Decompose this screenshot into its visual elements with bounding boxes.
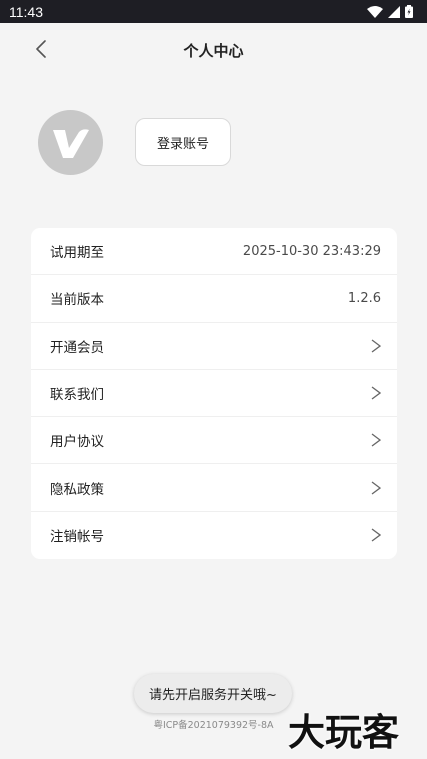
wifi-icon [367,5,383,18]
v-logo-icon [52,128,89,158]
status-icons [367,5,413,18]
delete-account-row[interactable]: 注销帐号 [31,512,397,559]
row-label: 用户协议 [50,434,104,451]
contact-us-row[interactable]: 联系我们 [31,370,397,418]
avatar[interactable] [38,110,103,175]
chevron-right-icon [371,339,381,353]
watermark: 大玩客 [288,710,399,754]
version-value: 1.2.6 [347,290,381,306]
status-bar: 11:43 [0,0,427,23]
membership-row[interactable]: 开通会员 [31,323,397,370]
row-label: 开通会员 [50,339,104,356]
toast-message: 请先开启服务开关哦~ [134,674,292,713]
row-label: 试用期至 [50,245,104,262]
chevron-right-icon [371,386,381,400]
trial-expiry-value: 2025-10-30 23:43:29 [242,243,381,259]
chevron-right-icon [371,528,381,542]
chevron-right-icon [371,481,381,495]
user-agreement-row[interactable]: 用户协议 [31,417,397,465]
row-label: 当前版本 [50,292,104,309]
row-label: 隐私政策 [50,481,104,498]
signal-icon [388,5,400,18]
login-button[interactable]: 登录账号 [135,118,231,166]
settings-card: 试用期至 2025-10-30 23:43:29 当前版本 1.2.6 开通会员… [31,228,397,559]
row-label: 注销帐号 [50,529,104,546]
trial-expiry-row: 试用期至 2025-10-30 23:43:29 [31,228,397,276]
row-label: 联系我们 [50,387,104,404]
privacy-policy-row[interactable]: 隐私政策 [31,464,397,512]
header: 个人中心 [0,23,427,78]
version-row: 当前版本 1.2.6 [31,275,397,323]
chevron-right-icon [371,433,381,447]
status-time: 11:43 [9,3,43,20]
page-title: 个人中心 [183,42,244,60]
battery-icon [405,5,413,18]
